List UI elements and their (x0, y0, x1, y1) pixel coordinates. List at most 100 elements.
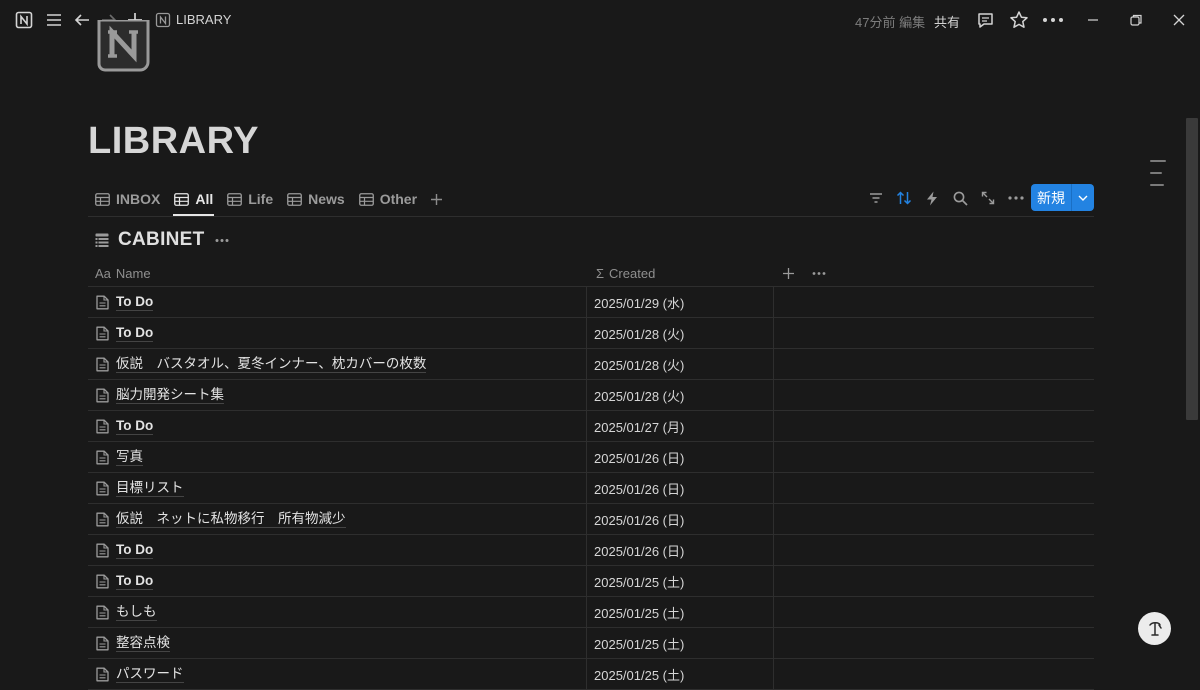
created-cell[interactable]: 2025/01/26 (日) (587, 504, 774, 534)
name-cell[interactable]: 写真 (88, 442, 587, 472)
row-name[interactable]: To Do (116, 573, 154, 590)
comment-icon[interactable] (976, 10, 995, 30)
created-cell[interactable]: 2025/01/26 (日) (587, 442, 774, 472)
table-row[interactable]: 目標リスト 2025/01/26 (日) (88, 473, 1094, 504)
table-row[interactable]: To Do 2025/01/29 (水) (88, 287, 1094, 318)
more-horizontal-icon[interactable] (812, 262, 826, 284)
name-cell[interactable]: 脳力開発シート集 (88, 380, 587, 410)
row-name[interactable]: To Do (116, 418, 154, 435)
page-icon[interactable] (96, 20, 154, 72)
new-entry-label[interactable]: 新規 (1031, 188, 1071, 208)
star-icon[interactable] (1009, 10, 1029, 30)
close-icon[interactable] (1172, 10, 1186, 30)
table-row[interactable]: 仮説 バスタオル、夏冬インナー、枕カバーの枚数 2025/01/28 (火) (88, 349, 1094, 380)
tab-all[interactable]: All (167, 185, 220, 216)
minimize-icon[interactable] (1086, 10, 1100, 30)
page-title[interactable]: LIBRARY (88, 120, 259, 163)
created-cell[interactable]: 2025/01/28 (火) (587, 318, 774, 348)
breadcrumb-title[interactable]: LIBRARY (176, 12, 231, 27)
more-horizontal-icon[interactable] (1002, 184, 1030, 212)
created-cell[interactable]: 2025/01/25 (土) (587, 566, 774, 596)
row-name[interactable]: 脳力開発シート集 (116, 387, 224, 404)
database-title-text[interactable]: CABINET (118, 229, 205, 251)
table-row[interactable]: 写真 2025/01/26 (日) (88, 442, 1094, 473)
name-cell[interactable]: 整容点検 (88, 628, 587, 658)
chevron-down-icon[interactable] (1072, 195, 1094, 201)
tab-news[interactable]: News (280, 185, 352, 213)
expand-icon[interactable] (974, 184, 1002, 212)
table-row[interactable]: もしも 2025/01/25 (土) (88, 597, 1094, 628)
toc-line[interactable] (1150, 172, 1162, 174)
created-cell[interactable]: 2025/01/26 (日) (587, 473, 774, 503)
row-name[interactable]: 目標リスト (116, 480, 184, 497)
column-header-name[interactable]: Aa Name (95, 262, 151, 284)
tab-other[interactable]: Other (352, 185, 424, 213)
name-cell[interactable]: 目標リスト (88, 473, 587, 503)
automation-bolt-icon[interactable] (918, 184, 946, 212)
help-icon (1148, 621, 1162, 636)
row-name[interactable]: 仮説 ネットに私物移行 所有物減少 (116, 511, 346, 528)
row-name[interactable]: To Do (116, 325, 154, 342)
row-name[interactable]: To Do (116, 542, 154, 559)
created-cell[interactable]: 2025/01/26 (日) (587, 535, 774, 565)
table-row[interactable]: 整容点検 2025/01/25 (土) (88, 628, 1094, 659)
name-cell[interactable]: もしも (88, 597, 587, 627)
share-button[interactable]: 共有 (934, 12, 960, 31)
table-row[interactable]: To Do 2025/01/28 (火) (88, 318, 1094, 349)
created-cell[interactable]: 2025/01/28 (火) (587, 349, 774, 379)
row-name[interactable]: もしも (116, 604, 157, 621)
restore-icon[interactable] (1129, 10, 1143, 30)
name-cell[interactable]: パスワード (88, 659, 587, 689)
created-cell[interactable]: 2025/01/28 (火) (587, 380, 774, 410)
row-created: 2025/01/28 (火) (594, 357, 685, 373)
toc-line[interactable] (1150, 160, 1166, 162)
tab-life[interactable]: Life (220, 185, 280, 213)
row-name[interactable]: 写真 (116, 449, 143, 466)
tab-inbox[interactable]: INBOX (88, 185, 167, 213)
search-icon[interactable] (946, 184, 974, 212)
name-cell[interactable]: To Do (88, 566, 587, 596)
tab-label: Life (248, 191, 274, 207)
name-cell[interactable]: 仮説 バスタオル、夏冬インナー、枕カバーの枚数 (88, 349, 587, 379)
name-cell[interactable]: To Do (88, 318, 587, 348)
menu-icon[interactable] (45, 10, 63, 30)
name-cell[interactable]: To Do (88, 411, 587, 441)
add-property-button[interactable] (782, 262, 795, 284)
more-horizontal-icon[interactable] (215, 238, 229, 243)
created-cell[interactable]: 2025/01/25 (土) (587, 659, 774, 689)
table-icon (227, 192, 243, 206)
created-cell[interactable]: 2025/01/29 (水) (587, 287, 774, 317)
row-name[interactable]: 仮説 バスタオル、夏冬インナー、枕カバーの枚数 (116, 356, 427, 373)
table-row[interactable]: 仮説 ネットに私物移行 所有物減少 2025/01/26 (日) (88, 504, 1094, 535)
name-cell[interactable]: 仮説 ネットに私物移行 所有物減少 (88, 504, 587, 534)
database-list-icon (95, 233, 109, 247)
name-cell[interactable]: To Do (88, 287, 587, 317)
table-row[interactable]: To Do 2025/01/25 (土) (88, 566, 1094, 597)
table-row[interactable]: To Do 2025/01/26 (日) (88, 535, 1094, 566)
sort-icon[interactable] (890, 184, 918, 212)
plus-icon (431, 193, 443, 205)
help-button[interactable] (1138, 612, 1171, 645)
created-cell[interactable]: 2025/01/27 (月) (587, 411, 774, 441)
toc-line[interactable] (1150, 184, 1164, 186)
scrollbar[interactable] (1186, 118, 1198, 420)
table-row[interactable]: 脳力開発シート集 2025/01/28 (火) (88, 380, 1094, 411)
row-name[interactable]: To Do (116, 294, 154, 311)
created-cell[interactable]: 2025/01/25 (土) (587, 597, 774, 627)
more-horizontal-icon[interactable] (1042, 10, 1064, 30)
column-header-created[interactable]: Σ Created (596, 262, 655, 284)
row-name[interactable]: パスワード (116, 666, 184, 683)
notion-logo-icon[interactable] (15, 10, 33, 30)
created-cell[interactable]: 2025/01/25 (土) (587, 628, 774, 658)
add-view-button[interactable] (424, 185, 455, 213)
table-of-contents[interactable] (1150, 160, 1166, 196)
row-name[interactable]: 整容点検 (116, 635, 170, 652)
new-entry-button[interactable]: 新規 (1031, 184, 1094, 211)
row-created: 2025/01/25 (土) (594, 605, 685, 621)
filter-icon[interactable] (862, 184, 890, 212)
page-icon (96, 295, 109, 309)
row-created: 2025/01/26 (日) (594, 543, 685, 559)
name-cell[interactable]: To Do (88, 535, 587, 565)
table-row[interactable]: To Do 2025/01/27 (月) (88, 411, 1094, 442)
back-arrow-icon[interactable] (73, 10, 91, 30)
